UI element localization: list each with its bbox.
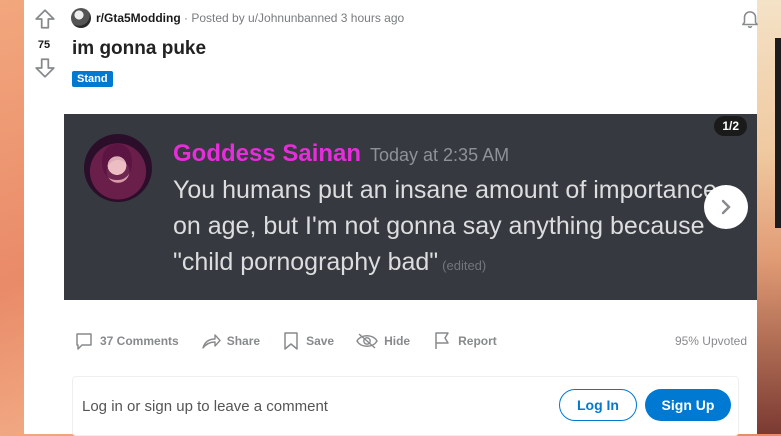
subreddit-link[interactable]: r/Gta5Modding bbox=[96, 11, 181, 25]
comments-button[interactable]: 37 Comments bbox=[74, 331, 179, 351]
post-card: 75 r/Gta5Modding · Posted by u/Johnunban… bbox=[24, 0, 758, 436]
post-flair[interactable]: Stand bbox=[72, 71, 113, 87]
subreddit-avatar[interactable] bbox=[71, 8, 91, 28]
hide-button[interactable]: Hide bbox=[356, 331, 410, 351]
edited-tag: (edited) bbox=[442, 258, 487, 273]
gallery-next-button[interactable] bbox=[704, 185, 748, 229]
upvote-ratio: 95% Upvoted bbox=[674, 334, 747, 348]
signup-button[interactable]: Sign Up bbox=[645, 389, 731, 421]
comment-icon bbox=[76, 333, 92, 350]
downvote-arrow-icon[interactable] bbox=[34, 57, 56, 79]
discord-avatar bbox=[84, 134, 152, 202]
hide-label: Hide bbox=[384, 334, 411, 348]
bell-icon[interactable] bbox=[739, 8, 761, 30]
comment-prompt: Log in or sign up to leave a comment bbox=[82, 398, 328, 415]
save-label: Save bbox=[306, 334, 335, 348]
discord-timestamp: Today at 2:35 AM bbox=[370, 145, 510, 165]
comment-box: Log in or sign up to leave a comment Log… bbox=[72, 376, 739, 436]
save-button[interactable]: Save bbox=[282, 331, 334, 351]
upvote-arrow-icon[interactable] bbox=[34, 8, 56, 30]
post-title[interactable]: im gonna puke bbox=[72, 38, 206, 60]
background-dark-bar bbox=[775, 38, 781, 228]
author-link[interactable]: u/Johnunbanned bbox=[248, 11, 337, 25]
post-media[interactable]: Goddess Sainan Today at 2:35 AM You huma… bbox=[64, 114, 757, 300]
post-actions: 37 Comments Share Save Hide Report bbox=[74, 328, 519, 354]
comments-label: 37 Comments bbox=[100, 334, 179, 348]
share-button[interactable]: Share bbox=[201, 331, 260, 351]
meta-separator: · Posted by bbox=[180, 11, 249, 25]
discord-display-name: Goddess Sainan bbox=[173, 140, 362, 167]
flag-icon bbox=[435, 332, 449, 349]
discord-message: You humans put an insane amount of impor… bbox=[173, 172, 733, 284]
share-label: Share bbox=[226, 334, 261, 348]
report-label: Report bbox=[458, 334, 497, 348]
login-button[interactable]: Log In bbox=[559, 389, 637, 421]
post-meta: r/Gta5Modding · Posted by u/Johnunbanned… bbox=[96, 11, 404, 25]
post-age: 3 hours ago bbox=[337, 11, 405, 25]
vote-score: 75 bbox=[37, 39, 51, 51]
gallery-counter: 1/2 bbox=[714, 116, 747, 136]
bookmark-icon bbox=[284, 332, 298, 350]
share-icon bbox=[202, 334, 221, 349]
report-button[interactable]: Report bbox=[432, 331, 497, 351]
chevron-right-icon bbox=[721, 199, 731, 215]
background-right-strip bbox=[757, 0, 781, 434]
eye-slash-icon bbox=[356, 333, 378, 349]
